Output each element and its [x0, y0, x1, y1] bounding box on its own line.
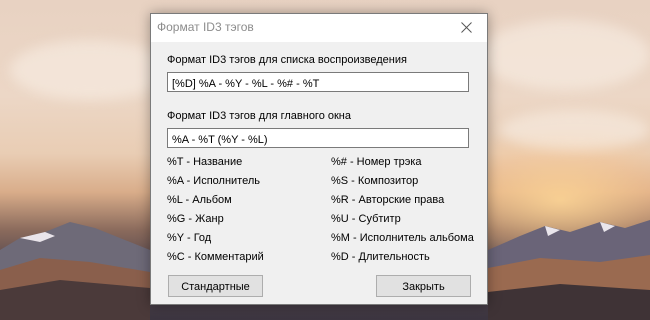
legend-item: %# - Номер трэка: [331, 156, 422, 168]
close-button[interactable]: Закрыть: [376, 275, 471, 297]
close-icon: [461, 22, 472, 33]
dialog-title: Формат ID3 тэгов: [157, 20, 254, 34]
legend-item: %Y - Год: [167, 232, 212, 244]
legend-item: %S - Композитор: [331, 175, 419, 187]
main-window-format-input[interactable]: [167, 128, 469, 148]
legend-item: %G - Жанр: [167, 213, 224, 225]
legend-item: %D - Длительность: [331, 251, 430, 263]
legend-item: %U - Субтитр: [331, 213, 401, 225]
id3-format-dialog: Формат ID3 тэгов Формат ID3 тэгов для сп…: [150, 13, 488, 305]
title-bar: Формат ID3 тэгов: [151, 14, 487, 42]
desktop-background: Формат ID3 тэгов Формат ID3 тэгов для сп…: [0, 0, 650, 320]
legend-item: %A - Исполнитель: [167, 175, 260, 187]
close-window-button[interactable]: [447, 14, 487, 42]
legend-item: %R - Авторские права: [331, 194, 445, 206]
legend-item: %T - Название: [167, 156, 243, 168]
legend-item: %L - Альбом: [167, 194, 232, 206]
defaults-button[interactable]: Стандартные: [168, 275, 263, 297]
main-window-format-label: Формат ID3 тэгов для главного окна: [167, 110, 352, 122]
legend-item: %C - Комментарий: [167, 251, 264, 263]
legend-item: %M - Исполнитель альбома: [331, 232, 474, 244]
playlist-format-label: Формат ID3 тэгов для списка воспроизведе…: [167, 54, 407, 66]
playlist-format-input[interactable]: [167, 72, 469, 92]
